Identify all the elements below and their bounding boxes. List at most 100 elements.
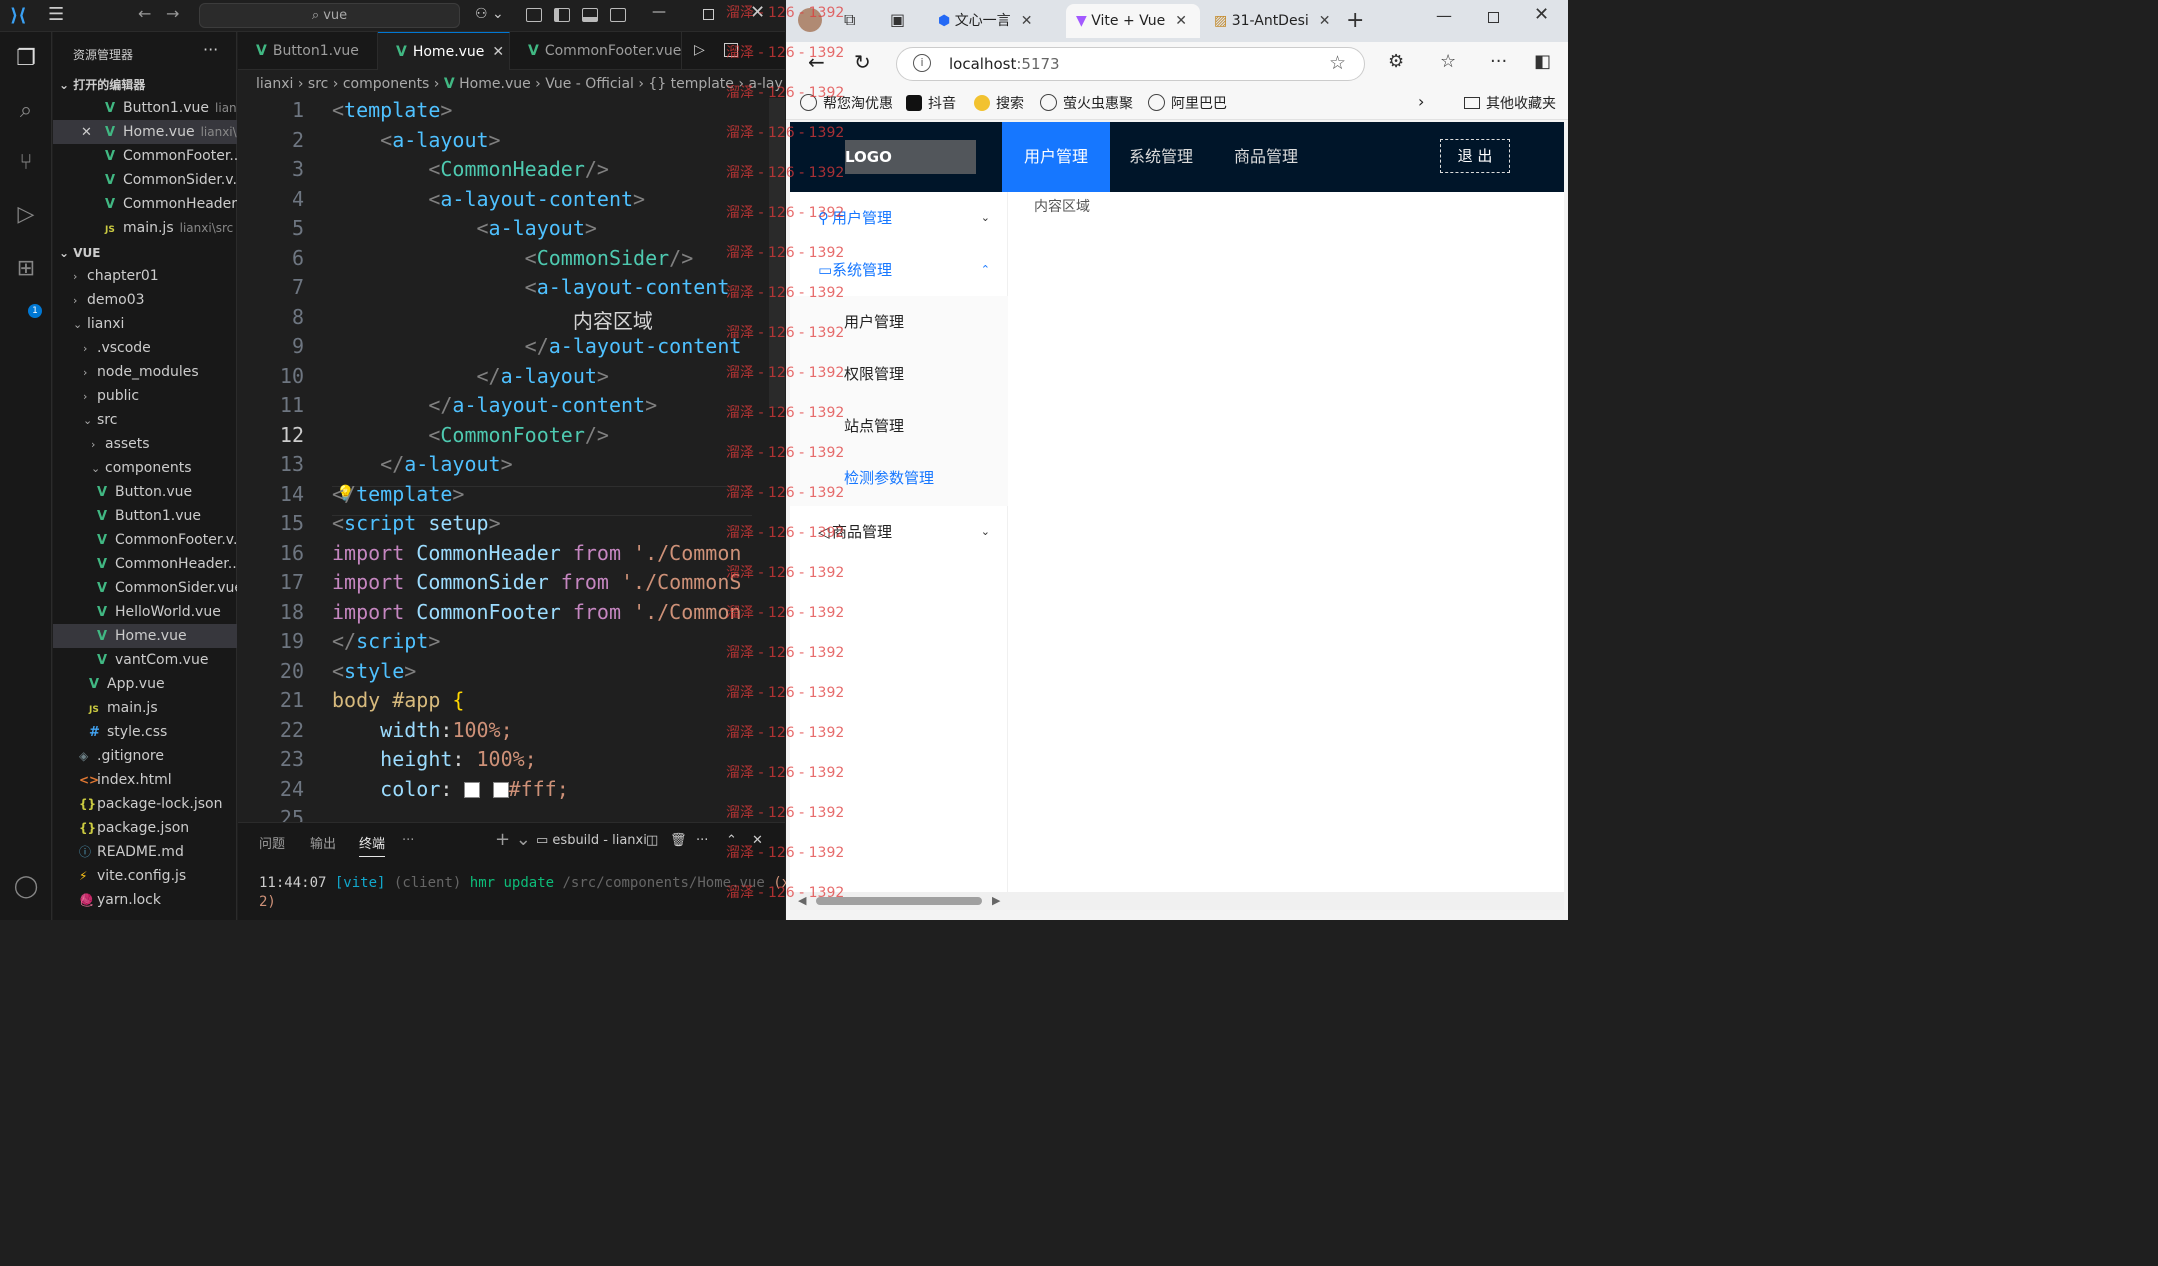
tab-home[interactable]: V Home.vue ✕ bbox=[378, 32, 510, 70]
source-control-icon[interactable]: ⑂ bbox=[11, 148, 41, 178]
tree-file[interactable]: ⓘ README.md bbox=[53, 840, 237, 864]
tree-file[interactable]: V CommonSider.vue bbox=[53, 576, 237, 600]
nav-system-management[interactable]: 系统管理 bbox=[1107, 122, 1215, 192]
sidebar-icon[interactable]: ◧ bbox=[1534, 51, 1551, 72]
extensions-icon[interactable]: ⊞ bbox=[11, 254, 41, 284]
tree-folder[interactable]: › public bbox=[53, 384, 237, 408]
tree-file[interactable]: ⚡ vite.config.js bbox=[53, 864, 237, 888]
minimize-icon[interactable]: — bbox=[652, 4, 666, 20]
tree-folder[interactable]: › chapter01 bbox=[53, 264, 237, 288]
layout-customize-icon[interactable] bbox=[526, 8, 542, 22]
tab-output[interactable]: 输出 bbox=[310, 833, 336, 852]
tree-file[interactable]: <>index.html bbox=[53, 768, 237, 792]
tab-terminal[interactable]: 终端 bbox=[359, 833, 386, 857]
tree-file[interactable]: 🧶 yarn.lock bbox=[53, 888, 237, 912]
open-editor-item[interactable]: V CommonHeader... bbox=[53, 192, 237, 216]
breadcrumb-item[interactable]: Home.vue bbox=[459, 76, 531, 92]
tree-folder[interactable]: › .vscode bbox=[53, 336, 237, 360]
tree-folder[interactable]: ⌄ lianxi bbox=[53, 312, 237, 336]
breadcrumb-item[interactable]: components bbox=[343, 76, 430, 92]
open-editor-item[interactable]: V Button1.vue lian... bbox=[53, 96, 237, 120]
color-swatch[interactable] bbox=[492, 781, 509, 798]
tab-actions-icon[interactable]: ▣ bbox=[890, 10, 905, 29]
open-editor-item[interactable]: JS main.js lianxi\src bbox=[53, 216, 237, 240]
toggle-panel-icon[interactable] bbox=[582, 8, 598, 22]
logout-button[interactable]: 退 出 bbox=[1440, 139, 1510, 173]
more-icon[interactable]: ··· bbox=[1490, 51, 1507, 72]
extensions-icon[interactable]: ⚙ bbox=[1388, 51, 1404, 72]
tree-file[interactable]: {}package-lock.json bbox=[53, 792, 237, 816]
tree-file[interactable]: V Home.vue bbox=[53, 624, 237, 648]
breadcrumb-item[interactable]: src bbox=[308, 76, 328, 92]
bookmark-item[interactable]: 抖音 bbox=[906, 93, 956, 113]
favorites-icon[interactable]: ☆ bbox=[1440, 51, 1456, 72]
new-tab-icon[interactable]: + bbox=[1346, 8, 1364, 33]
tree-file[interactable]: V Button1.vue bbox=[53, 504, 237, 528]
panel-more-actions-icon[interactable]: ··· bbox=[696, 833, 708, 848]
tab-button1[interactable]: V Button1.vue bbox=[238, 32, 378, 70]
bookmark-item[interactable]: 萤火虫惠聚 bbox=[1040, 93, 1133, 113]
more-actions-icon[interactable]: ··· bbox=[203, 40, 218, 59]
nav-user-management[interactable]: 用户管理 bbox=[1002, 122, 1111, 192]
open-editor-item[interactable]: ✕ V Home.vue lianxi\... bbox=[53, 120, 237, 144]
reload-icon[interactable]: ↻ bbox=[854, 50, 871, 74]
tree-folder[interactable]: ⌄ components bbox=[53, 456, 237, 480]
trash-icon[interactable]: 🗑 bbox=[670, 833, 687, 848]
star-icon[interactable]: ☆ bbox=[1329, 52, 1346, 74]
open-editor-item[interactable]: V CommonSider.v... bbox=[53, 168, 237, 192]
maximize-icon[interactable] bbox=[1488, 12, 1499, 23]
panel-more-icon[interactable]: ··· bbox=[402, 833, 414, 848]
bookmark-item[interactable]: 阿里巴巴 bbox=[1148, 93, 1227, 113]
minimize-icon[interactable]: — bbox=[1436, 6, 1452, 25]
menu-icon[interactable]: ☰ bbox=[48, 4, 70, 26]
browser-tab[interactable]: ▨ 31-AntDesi ✕ bbox=[1204, 4, 1336, 38]
workspace-section[interactable]: ⌄ VUE bbox=[59, 242, 100, 264]
tab-commonfooter[interactable]: V CommonFooter.vue bbox=[510, 32, 682, 70]
breadcrumb-item[interactable]: lianxi bbox=[256, 76, 293, 92]
tree-file[interactable]: {}package.json bbox=[53, 816, 237, 840]
close-tab-icon[interactable]: ✕ bbox=[1021, 13, 1033, 29]
tree-file[interactable]: V CommonHeader.... bbox=[53, 552, 237, 576]
tree-folder[interactable]: › node_modules bbox=[53, 360, 237, 384]
terminal-selector[interactable]: ▭ esbuild - lianxi bbox=[536, 833, 647, 848]
tab-problems[interactable]: 问题 bbox=[259, 833, 285, 852]
close-tab-icon[interactable]: ✕ bbox=[1319, 13, 1331, 29]
other-favorites[interactable]: 其他收藏夹 bbox=[1464, 93, 1556, 113]
account-icon[interactable]: ◯ bbox=[11, 872, 41, 902]
close-tab-icon[interactable]: ✕ bbox=[1175, 13, 1187, 29]
close-editor-icon[interactable]: ✕ bbox=[81, 121, 99, 144]
toggle-secondary-sidebar-icon[interactable] bbox=[610, 8, 626, 22]
info-icon[interactable]: i bbox=[913, 54, 931, 72]
split-terminal-icon[interactable]: ◫ bbox=[646, 833, 658, 848]
run-icon[interactable]: ▷ bbox=[694, 42, 705, 58]
copilot-icon[interactable]: ⚇ ⌄ bbox=[475, 6, 504, 22]
close-icon[interactable]: ✕ bbox=[1534, 4, 1549, 25]
workspaces-icon[interactable]: ⧉ bbox=[844, 10, 855, 30]
tree-folder[interactable]: ⌄ src bbox=[53, 408, 237, 432]
browser-tab-active[interactable]: ▼ Vite + Vue ✕ bbox=[1066, 4, 1200, 38]
color-swatch[interactable] bbox=[464, 781, 481, 798]
toggle-primary-sidebar-icon[interactable] bbox=[554, 8, 570, 22]
address-bar[interactable]: i localhost:5173 ☆ bbox=[896, 47, 1365, 81]
tree-file[interactable]: V HelloWorld.vue bbox=[53, 600, 237, 624]
close-tab-icon[interactable]: ✕ bbox=[492, 44, 504, 60]
run-debug-icon[interactable]: ▷ bbox=[11, 200, 41, 230]
search-icon[interactable]: ⌕ bbox=[11, 96, 41, 126]
back-arrow-icon[interactable]: ← bbox=[138, 4, 151, 23]
new-terminal-icon[interactable]: + ⌄ bbox=[495, 829, 531, 850]
code-editor[interactable]: 💡 <template> <a-layout> <CommonHeader/> … bbox=[238, 98, 785, 822]
tree-folder[interactable]: › assets bbox=[53, 432, 237, 456]
breadcrumb-item[interactable]: {} template bbox=[648, 76, 733, 92]
tree-file[interactable]: V Button.vue bbox=[53, 480, 237, 504]
explorer-icon[interactable]: ❐ bbox=[11, 44, 41, 74]
tree-file[interactable]: # style.css bbox=[53, 720, 237, 744]
browser-tab[interactable]: ⬢ 文心一言 ✕ bbox=[928, 4, 1058, 38]
tree-file[interactable]: JS main.js bbox=[53, 696, 237, 720]
open-editors-section[interactable]: ⌄ 打开的编辑器 bbox=[59, 74, 145, 96]
tree-file[interactable]: V App.vue bbox=[53, 672, 237, 696]
tree-file[interactable]: VvantCom.vue bbox=[53, 648, 237, 672]
chevron-right-icon[interactable]: › bbox=[1418, 92, 1424, 111]
tree-file[interactable]: ◈ .gitignore bbox=[53, 744, 237, 768]
tree-file[interactable]: V CommonFooter.v... bbox=[53, 528, 237, 552]
forward-arrow-icon[interactable]: → bbox=[166, 4, 179, 23]
